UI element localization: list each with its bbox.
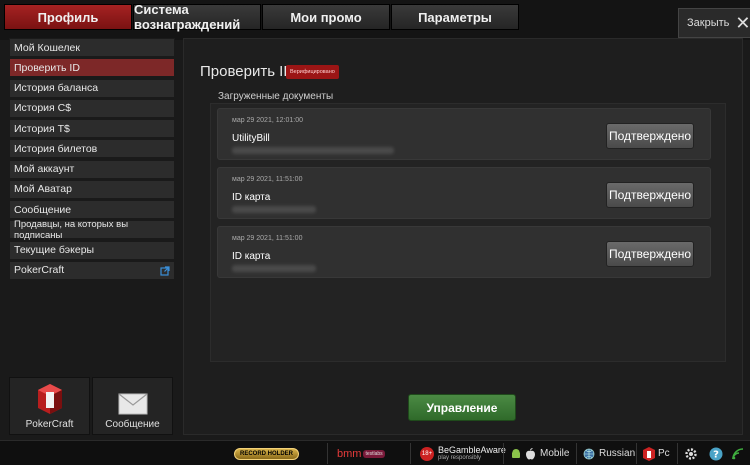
messages-tile[interactable]: Сообщение bbox=[92, 377, 173, 435]
document-status-button[interactable]: Подтверждено bbox=[606, 123, 694, 149]
bmm-label: bmm bbox=[337, 447, 362, 460]
document-date: мар 29 2021, 11:51:00 bbox=[232, 235, 303, 242]
begambleaware-title: BeGambleAware bbox=[438, 444, 506, 455]
envelope-icon bbox=[118, 393, 147, 415]
sidebar-item-cash-history[interactable]: История С$ bbox=[9, 98, 175, 118]
close-icon: ✕ bbox=[735, 13, 750, 33]
divider bbox=[677, 443, 678, 464]
language-selector[interactable]: Russian bbox=[583, 444, 635, 463]
age-18-badge: 18+ bbox=[420, 446, 434, 461]
begambleaware-sub: play responsibly bbox=[438, 454, 482, 461]
close-label: Закрыть bbox=[687, 17, 730, 29]
top-bar: Профиль Система вознаграждений Мои промо… bbox=[0, 0, 750, 40]
sidebar-item-messages[interactable]: Сообщение bbox=[9, 200, 175, 219]
document-date: мар 29 2021, 12:01:00 bbox=[232, 117, 303, 124]
sidebar-item-followed-sellers[interactable]: Продавцы, на которых вы подписаны bbox=[9, 219, 175, 241]
sidebar-item-tdollar-history[interactable]: История Т$ bbox=[9, 119, 175, 138]
tile-label: Сообщение bbox=[105, 419, 160, 430]
manage-button[interactable]: Управление bbox=[408, 394, 516, 421]
tab-rewards[interactable]: Система вознаграждений bbox=[133, 2, 261, 32]
main-tabs: Профиль Система вознаграждений Мои промо… bbox=[4, 2, 520, 32]
divider bbox=[503, 443, 504, 464]
globe-icon bbox=[583, 448, 595, 459]
sidebar-item-verify-id[interactable]: Проверить ID bbox=[9, 58, 175, 78]
bmm-sub-label: testlabs bbox=[363, 449, 385, 458]
signal-icon bbox=[732, 447, 744, 459]
document-name: ID карта bbox=[232, 192, 271, 203]
android-icon bbox=[512, 448, 520, 458]
pc-label: Pc bbox=[658, 448, 670, 459]
tab-my-promos[interactable]: Мои промо bbox=[262, 4, 390, 30]
pokercraft-icon bbox=[37, 384, 62, 414]
sidebar: Мой Кошелек Проверить ID История баланса… bbox=[9, 38, 175, 281]
settings-button[interactable] bbox=[684, 444, 698, 463]
document-name: UtilityBill bbox=[232, 133, 270, 144]
document-status-button[interactable]: Подтверждено bbox=[606, 241, 694, 267]
document-blurred-info bbox=[232, 147, 394, 154]
divider bbox=[327, 443, 328, 464]
tile-label: PokerCraft bbox=[25, 419, 74, 430]
document-card: мар 29 2021, 12:01:00 UtilityBill Подтве… bbox=[217, 108, 711, 160]
document-blurred-info bbox=[232, 206, 316, 213]
pokercraft-bottom-link[interactable]: Pc bbox=[643, 444, 670, 463]
main-panel: Проверить ID Верифицировано Загруженные … bbox=[183, 38, 743, 435]
tab-settings[interactable]: Параметры bbox=[391, 4, 519, 30]
sidebar-item-wallet[interactable]: Мой Кошелек bbox=[9, 38, 175, 57]
connection-status[interactable] bbox=[731, 444, 745, 463]
begambleaware-text: BeGambleAware play responsibly bbox=[438, 444, 506, 462]
bmm-testlabs-logo[interactable]: bmm testlabs bbox=[337, 444, 385, 463]
pokercraft-small-icon bbox=[643, 446, 655, 461]
sidebar-item-my-account[interactable]: Мой аккаунт bbox=[9, 159, 175, 179]
verified-badge: Верифицировано bbox=[286, 65, 339, 79]
document-blurred-info bbox=[232, 265, 316, 272]
gear-icon bbox=[685, 447, 697, 460]
record-holder-badge[interactable]: RECORD HOLDER bbox=[234, 444, 300, 463]
document-card: мар 29 2021, 11:51:00 ID карта Подтвержд… bbox=[217, 226, 711, 278]
uploaded-documents-label: Загруженные документы bbox=[218, 91, 334, 102]
divider bbox=[410, 443, 411, 464]
sidebar-item-ticket-history[interactable]: История билетов bbox=[9, 139, 175, 159]
close-button[interactable]: Закрыть ✕ bbox=[678, 8, 750, 38]
begambleaware-link[interactable]: 18+ BeGambleAware play responsibly bbox=[420, 444, 506, 463]
language-label: Russian bbox=[599, 448, 636, 459]
mobile-label: Mobile bbox=[540, 448, 570, 459]
apple-icon bbox=[526, 447, 535, 459]
document-date: мар 29 2021, 11:51:00 bbox=[232, 176, 303, 183]
bottom-bar: RECORD HOLDER bmm testlabs 18+ BeGambleA… bbox=[0, 440, 750, 465]
mobile-link[interactable]: Mobile bbox=[510, 444, 569, 463]
help-button[interactable]: ? bbox=[709, 444, 723, 463]
record-holder-label: RECORD HOLDER bbox=[234, 447, 300, 460]
sidebar-item-label: PokerCraft bbox=[14, 264, 65, 277]
page-title: Проверить ID bbox=[200, 63, 295, 80]
tab-profile[interactable]: Профиль bbox=[4, 4, 132, 30]
sidebar-item-pokercraft[interactable]: PokerCraft bbox=[9, 260, 175, 280]
sidebar-tiles: PokerCraft Сообщение bbox=[9, 377, 175, 435]
document-name: ID карта bbox=[232, 251, 271, 262]
divider bbox=[576, 443, 577, 464]
divider bbox=[636, 443, 637, 464]
svg-text:?: ? bbox=[713, 449, 719, 460]
pokercraft-tile[interactable]: PokerCraft bbox=[9, 377, 90, 435]
sidebar-item-my-avatar[interactable]: Мой Аватар bbox=[9, 179, 175, 199]
sidebar-item-balance-history[interactable]: История баланса bbox=[9, 78, 175, 98]
documents-list: мар 29 2021, 12:01:00 UtilityBill Подтве… bbox=[210, 103, 726, 362]
document-status-button[interactable]: Подтверждено bbox=[606, 182, 694, 208]
sidebar-item-current-backers[interactable]: Текущие бэкеры bbox=[9, 240, 175, 260]
document-card: мар 29 2021, 11:51:00 ID карта Подтвержд… bbox=[217, 167, 711, 219]
help-icon: ? bbox=[709, 447, 723, 460]
external-link-icon bbox=[160, 266, 170, 276]
